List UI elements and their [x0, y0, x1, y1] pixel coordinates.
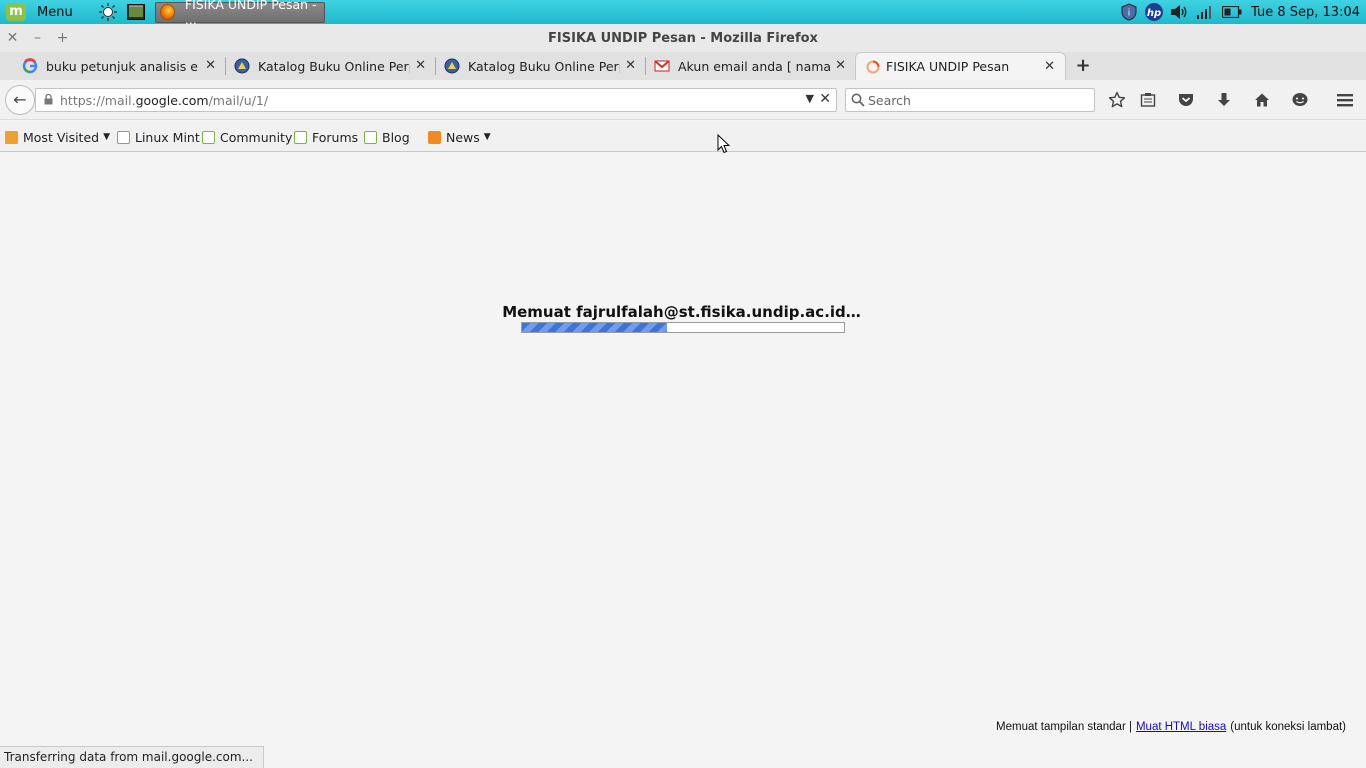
pocket-icon[interactable]: [1176, 90, 1196, 110]
url-bar[interactable]: https://mail.google.com/mail/u/1/ ▼ ✕: [35, 88, 837, 112]
sun-icon[interactable]: [97, 2, 119, 22]
window-close-button[interactable]: ✕: [0, 30, 25, 46]
tab-close-button[interactable]: ✕: [415, 58, 426, 73]
terminal-icon[interactable]: [125, 2, 147, 22]
mint-icon: [294, 130, 307, 144]
tab-label: Katalog Buku Online Perp...: [258, 58, 410, 74]
firefox-icon: [159, 4, 175, 20]
mint-icon: [364, 130, 377, 144]
tab-label: Akun email anda [ nama...: [678, 58, 830, 74]
downloads-icon[interactable]: [1214, 90, 1234, 110]
folder-icon: [5, 130, 18, 144]
google-icon: [22, 58, 38, 74]
tab-close-button[interactable]: ✕: [625, 58, 636, 73]
bookmark-linux-mint[interactable]: Linux Mint: [117, 128, 200, 146]
url-text[interactable]: https://mail.google.com/mail/u/1/: [60, 93, 268, 108]
window-title: FISIKA UNDIP Pesan - Mozilla Firefox: [548, 30, 818, 46]
hp-icon[interactable]: hp: [1143, 2, 1165, 22]
tab-close-button[interactable]: ✕: [205, 58, 216, 73]
taskbar-window-title: FISIKA UNDIP Pesan - ...: [184, 0, 317, 27]
loading-icon: [866, 60, 880, 74]
search-input[interactable]: [868, 92, 1088, 109]
tab-2[interactable]: Katalog Buku Online Perp... ✕: [226, 52, 436, 80]
bookmark-community[interactable]: Community: [202, 128, 292, 146]
progress-fill: [522, 323, 667, 332]
tab-close-button[interactable]: ✕: [835, 58, 846, 73]
gmail-icon: [654, 60, 670, 72]
navigation-toolbar: https://mail.google.com/mail/u/1/ ▼ ✕ ←: [0, 80, 1366, 120]
stop-loading-button[interactable]: ✕: [819, 91, 831, 107]
bookmark-label: News: [446, 129, 480, 145]
footer-suffix: (untuk koneksi lambat): [1230, 721, 1346, 733]
bookmark-star-icon[interactable]: [1107, 90, 1127, 110]
shield-icon[interactable]: i: [1118, 2, 1140, 22]
new-tab-button[interactable]: +: [1073, 56, 1093, 76]
reading-list-icon[interactable]: [1138, 90, 1158, 110]
bookmark-label: Community: [220, 129, 293, 145]
bookmark-forums[interactable]: Forums: [294, 128, 358, 146]
tab-close-button[interactable]: ✕: [1044, 59, 1055, 74]
window-minimize-button[interactable]: –: [25, 30, 50, 46]
start-menu-button[interactable]: m Menu: [0, 0, 79, 24]
window-titlebar: ✕ – + FISIKA UNDIP Pesan - Mozilla Firef…: [0, 24, 1366, 52]
load-options-note: Memuat tampilan standar | Muat HTML biasa…: [996, 721, 1346, 733]
tab-label: Katalog Buku Online Perp...: [468, 58, 620, 74]
volume-icon[interactable]: [1168, 2, 1190, 22]
rss-icon: [428, 130, 441, 144]
load-basic-html-link[interactable]: Muat HTML biasa: [1136, 721, 1226, 733]
tab-1[interactable]: buku petunjuk analisis ek... ✕: [0, 52, 226, 80]
bookmark-label: Most Visited: [23, 129, 100, 145]
loading-message: Memuat fajrulfalah@st.fisika.undip.ac.id…: [502, 303, 861, 321]
mint-icon: [117, 130, 130, 144]
page-content: Memuat fajrulfalah@st.fisika.undip.ac.id…: [0, 153, 1366, 745]
bookmark-label: Blog: [382, 129, 410, 145]
mouse-cursor-icon: [717, 134, 731, 154]
tab-label: buku petunjuk analisis ek...: [46, 58, 198, 74]
search-box[interactable]: [845, 88, 1095, 112]
back-button[interactable]: ←: [5, 85, 35, 115]
mint-icon: [202, 130, 215, 144]
menu-label: Menu: [37, 4, 73, 20]
lock-icon[interactable]: [44, 94, 53, 105]
svg-text:i: i: [1128, 9, 1131, 19]
svg-text:hp: hp: [1147, 8, 1161, 19]
status-bar: Transferring data from mail.google.com..…: [0, 746, 264, 768]
linux-mint-icon: m: [6, 3, 26, 21]
url-history-dropdown[interactable]: ▼: [806, 92, 814, 105]
signal-icon[interactable]: [1193, 2, 1215, 22]
hamburger-menu-icon[interactable]: [1335, 90, 1355, 110]
bookmark-label: Linux Mint: [135, 129, 200, 145]
tab-5-active[interactable]: FISIKA UNDIP Pesan ✕: [855, 52, 1066, 80]
home-icon[interactable]: [1252, 90, 1272, 110]
bookmarks-toolbar: Most Visited ▼ Linux Mint Community Foru…: [0, 121, 1366, 152]
tab-3[interactable]: Katalog Buku Online Perp... ✕: [436, 52, 646, 80]
clock[interactable]: Tue 8 Sep, 13:04: [1251, 5, 1360, 20]
taskbar-firefox-window[interactable]: FISIKA UNDIP Pesan - ...: [154, 0, 325, 27]
bookmark-most-visited[interactable]: Most Visited ▼: [5, 128, 110, 146]
system-tray: i hp Tue 8 Sep, 13:04: [1115, 0, 1366, 24]
bookmark-label: Forums: [312, 129, 359, 145]
tab-4[interactable]: Akun email anda [ nama... ✕: [646, 52, 856, 80]
battery-icon[interactable]: [1221, 2, 1243, 22]
tab-label: FISIKA UNDIP Pesan: [886, 59, 1010, 74]
loading-progress-bar: [521, 322, 845, 333]
search-icon: [851, 93, 865, 107]
footer-prefix: Memuat tampilan standar |: [996, 721, 1132, 733]
chevron-down-icon: ▼: [103, 132, 111, 142]
desktop-panel: m Menu FISIKA UNDIP Pesan - ... i hp Tue…: [0, 0, 1366, 27]
hello-chat-icon[interactable]: [1290, 90, 1310, 110]
chevron-down-icon: ▼: [483, 132, 491, 142]
bookmark-blog[interactable]: Blog: [364, 128, 410, 146]
bookmark-news[interactable]: News ▼: [428, 128, 491, 146]
library-icon: [234, 58, 250, 74]
window-maximize-button[interactable]: +: [50, 30, 75, 46]
library-icon: [444, 58, 460, 74]
tab-bar: buku petunjuk analisis ek... ✕ Katalog B…: [0, 52, 1366, 80]
